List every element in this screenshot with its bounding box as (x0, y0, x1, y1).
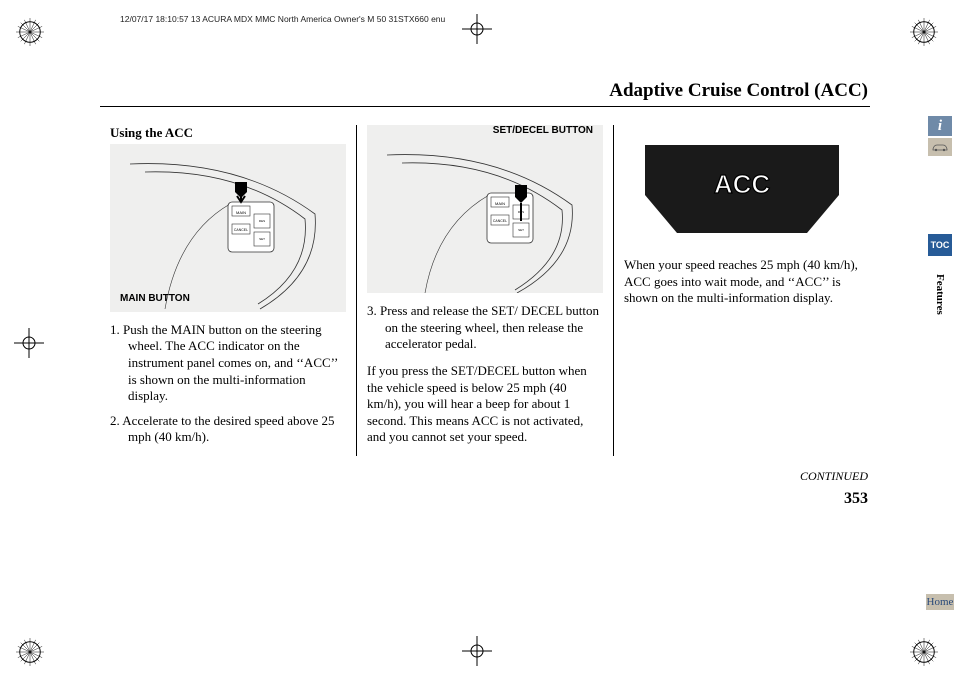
section-subhead: Using the ACC (110, 125, 346, 142)
continued-label: CONTINUED (800, 469, 868, 484)
content-columns: Using the ACC MAIN CANCEL RES SET (100, 125, 870, 456)
figure-label: MAIN BUTTON (120, 293, 190, 306)
tab-home[interactable]: Home (926, 594, 954, 610)
crosshair-icon (462, 636, 492, 670)
figure-main-button: MAIN CANCEL RES SET MAIN BUTTON (110, 144, 346, 312)
svg-text:RES: RES (259, 219, 265, 223)
step-3: Press and release the SET/ DECEL button … (367, 303, 603, 353)
svg-text:MAIN: MAIN (495, 201, 505, 206)
steps-list-2: Press and release the SET/ DECEL button … (367, 303, 603, 353)
print-header-meta: 12/07/17 18:10:57 13 ACURA MDX MMC North… (120, 14, 445, 24)
svg-text:SET: SET (259, 237, 265, 241)
registration-mark-icon (910, 18, 938, 46)
figure-set-decel-button: SET/DECEL BUTTON MAIN CANCEL RES SET (367, 125, 603, 293)
svg-text:CANCEL: CANCEL (234, 228, 248, 232)
acc-badge-text: ACC (714, 169, 771, 199)
svg-text:CANCEL: CANCEL (493, 219, 507, 223)
tab-features[interactable]: Features (928, 258, 952, 330)
registration-mark-icon (910, 638, 938, 666)
btn-main-label: MAIN (236, 210, 246, 215)
crosshair-icon (462, 14, 492, 48)
svg-text:SET: SET (518, 228, 524, 232)
page-content: Adaptive Cruise Control (ACC) Using the … (100, 80, 870, 456)
column-1: Using the ACC MAIN CANCEL RES SET (100, 125, 356, 456)
column-3: ACC When your speed reaches 25 mph (40 k… (613, 125, 870, 456)
tab-toc[interactable]: TOC (928, 234, 952, 256)
page-number: 353 (844, 490, 868, 508)
crosshair-icon (14, 328, 44, 362)
side-tabs: i TOC Features (928, 116, 954, 332)
registration-mark-icon (16, 18, 44, 46)
figure-acc-display: ACC (637, 135, 847, 243)
col2-para1: If you press the SET/DECEL button when t… (367, 363, 603, 446)
page-title: Adaptive Cruise Control (ACC) (100, 80, 870, 107)
steps-list-1: Push the MAIN button on the steering whe… (110, 322, 346, 446)
step-1: Push the MAIN button on the steering whe… (110, 322, 346, 405)
step-2: Accelerate to the desired speed above 25… (110, 413, 346, 446)
col3-para1: When your speed reaches 25 mph (40 km/h)… (624, 257, 860, 307)
tab-info[interactable]: i (928, 116, 952, 136)
registration-mark-icon (16, 638, 44, 666)
column-2: SET/DECEL BUTTON MAIN CANCEL RES SET (356, 125, 613, 456)
tab-car-icon[interactable] (928, 138, 952, 156)
